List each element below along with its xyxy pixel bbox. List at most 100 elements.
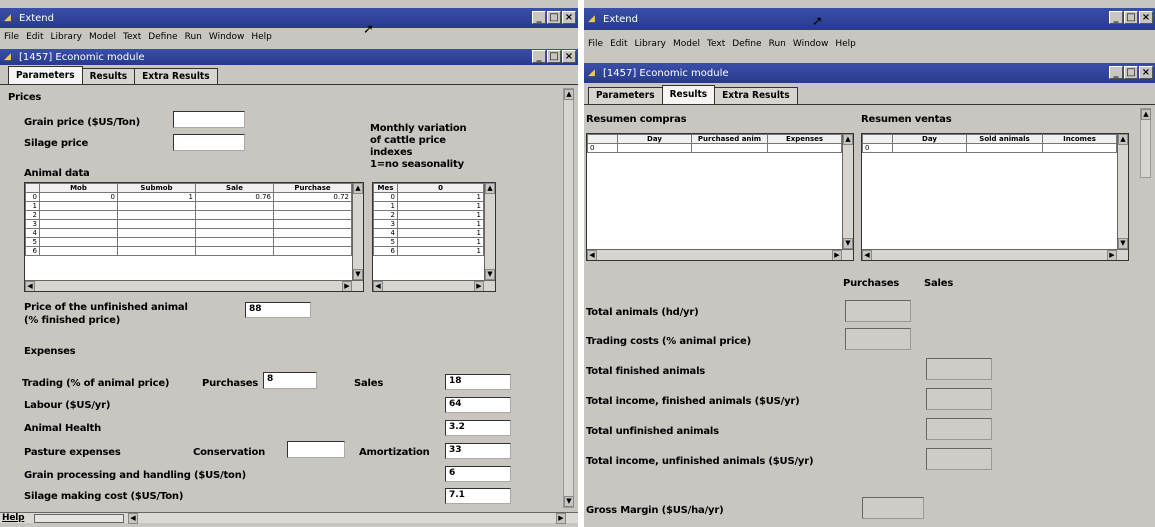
table-cell[interactable]: 0.76 [195,192,274,202]
table-cell[interactable]: 1 [117,192,196,202]
compras-vscroll[interactable]: ▲ ▼ [842,134,853,249]
table-cell[interactable] [117,246,196,256]
maximize-button[interactable]: □ [547,11,561,24]
animal-table-vscroll[interactable]: ▲ ▼ [352,183,363,280]
animal-health-input[interactable]: 3.2 [445,420,511,436]
table-cell[interactable] [273,228,352,238]
tab-results[interactable]: Results [81,68,136,85]
month-table-vscroll[interactable]: ▲ ▼ [484,183,495,280]
table-cell[interactable]: 0 [25,192,40,202]
table-cell[interactable]: 1 [25,201,40,211]
table-cell[interactable]: 3 [373,219,398,229]
table-cell[interactable]: 2 [25,210,40,220]
table-cell[interactable] [117,201,196,211]
table-row[interactable]: 41 [373,228,484,238]
table-row[interactable]: 31 [373,219,484,229]
silage-making-input[interactable]: 7.1 [445,488,511,504]
labour-input[interactable]: 64 [445,397,511,413]
table-cell[interactable] [117,228,196,238]
table-cell[interactable] [273,201,352,211]
table-cell[interactable]: 3 [25,219,40,229]
table-row[interactable]: 6 [25,246,352,256]
tab-parameters[interactable]: Parameters [588,87,663,104]
doc-close-button[interactable]: × [1139,66,1153,79]
menu-item-define[interactable]: Define [732,39,761,49]
silage-price-input[interactable] [173,134,245,151]
table-cell[interactable]: 4 [25,228,40,238]
table-cell[interactable] [195,237,274,247]
table-cell[interactable] [117,237,196,247]
table-row[interactable]: 2 [25,210,352,220]
menu-item-window[interactable]: Window [793,39,829,49]
table-row[interactable]: 0 [587,143,842,153]
menu-item-run[interactable]: Run [185,32,202,42]
grain-processing-input[interactable]: 6 [445,466,511,482]
close-button[interactable]: × [1139,11,1153,24]
unfinished-price-input[interactable]: 88 [245,302,311,318]
menu-item-help[interactable]: Help [835,39,856,49]
tab-results[interactable]: Results [661,85,716,104]
table-row[interactable]: 0 [862,143,1117,153]
menu-item-text[interactable]: Text [123,32,141,42]
table-cell[interactable]: 5 [373,237,398,247]
table-cell[interactable]: 1 [397,219,484,229]
amortization-input[interactable]: 33 [445,443,511,459]
doc-close-button[interactable]: × [562,50,576,63]
menu-item-file[interactable]: File [588,39,603,49]
sales-input[interactable]: 18 [445,374,511,390]
conservation-input[interactable] [287,441,345,458]
table-cell[interactable] [195,228,274,238]
table-cell[interactable]: 5 [25,237,40,247]
table-row[interactable]: 4 [25,228,352,238]
table-cell[interactable] [273,237,352,247]
table-row[interactable]: 3 [25,219,352,229]
animal-data-table[interactable]: Mob Submob Sale Purchase 0 0 1 0.76 0.72 1 2 3 4 5 6 ▲… [24,182,364,292]
table-cell[interactable]: 2 [373,210,398,220]
menu-item-help[interactable]: Help [251,32,272,42]
minimize-button[interactable]: _ [532,11,546,24]
maximize-button[interactable]: □ [1124,11,1138,24]
menu-item-run[interactable]: Run [769,39,786,49]
table-row[interactable]: 11 [373,201,484,211]
table-cell[interactable]: 1 [397,201,484,211]
menu-item-window[interactable]: Window [209,32,245,42]
minimize-button[interactable]: _ [1109,11,1123,24]
table-cell[interactable]: 6 [25,246,40,256]
menu-item-library[interactable]: Library [51,32,82,42]
table-cell[interactable] [273,219,352,229]
menu-item-library[interactable]: Library [635,39,666,49]
table-cell[interactable]: 1 [397,246,484,256]
table-cell[interactable]: 0 [39,192,118,202]
table-cell[interactable]: 6 [373,246,398,256]
help-button[interactable]: Help [2,513,25,523]
tab-extra-results[interactable]: Extra Results [134,68,218,85]
purchases-input[interactable]: 8 [263,372,317,389]
animal-table-hscroll[interactable]: ◀ ▶ [25,280,363,291]
ventas-hscroll[interactable]: ◀ ▶ [862,249,1128,260]
menu-item-edit[interactable]: Edit [26,32,43,42]
menu-item-define[interactable]: Define [148,32,177,42]
menu-item-model[interactable]: Model [89,32,116,42]
tab-extra-results[interactable]: Extra Results [714,87,798,104]
table-cell[interactable]: 1 [397,237,484,247]
table-row[interactable]: 51 [373,237,484,247]
compras-table[interactable]: Day Purchased anim Expenses 0 ▲ ▼ ◀ ▶ [586,133,854,261]
table-cell[interactable] [39,219,118,229]
table-cell[interactable] [39,237,118,247]
table-row[interactable]: 5 [25,237,352,247]
month-table-hscroll[interactable]: ◀ ▶ [373,280,495,291]
table-cell[interactable] [195,201,274,211]
table-cell[interactable] [39,210,118,220]
doc-minimize-button[interactable]: _ [1109,66,1123,79]
table-cell[interactable]: 1 [397,228,484,238]
tab-parameters[interactable]: Parameters [8,66,83,85]
table-cell[interactable] [117,210,196,220]
table-cell[interactable]: 1 [397,210,484,220]
close-button[interactable]: × [562,11,576,24]
table-row[interactable]: 61 [373,246,484,256]
table-cell[interactable]: 0.72 [273,192,352,202]
table-cell[interactable] [195,210,274,220]
table-cell[interactable] [195,246,274,256]
table-row[interactable]: 0 0 1 0.76 0.72 [25,192,352,202]
page-vscroll[interactable]: ▲ ▼ [563,88,574,508]
